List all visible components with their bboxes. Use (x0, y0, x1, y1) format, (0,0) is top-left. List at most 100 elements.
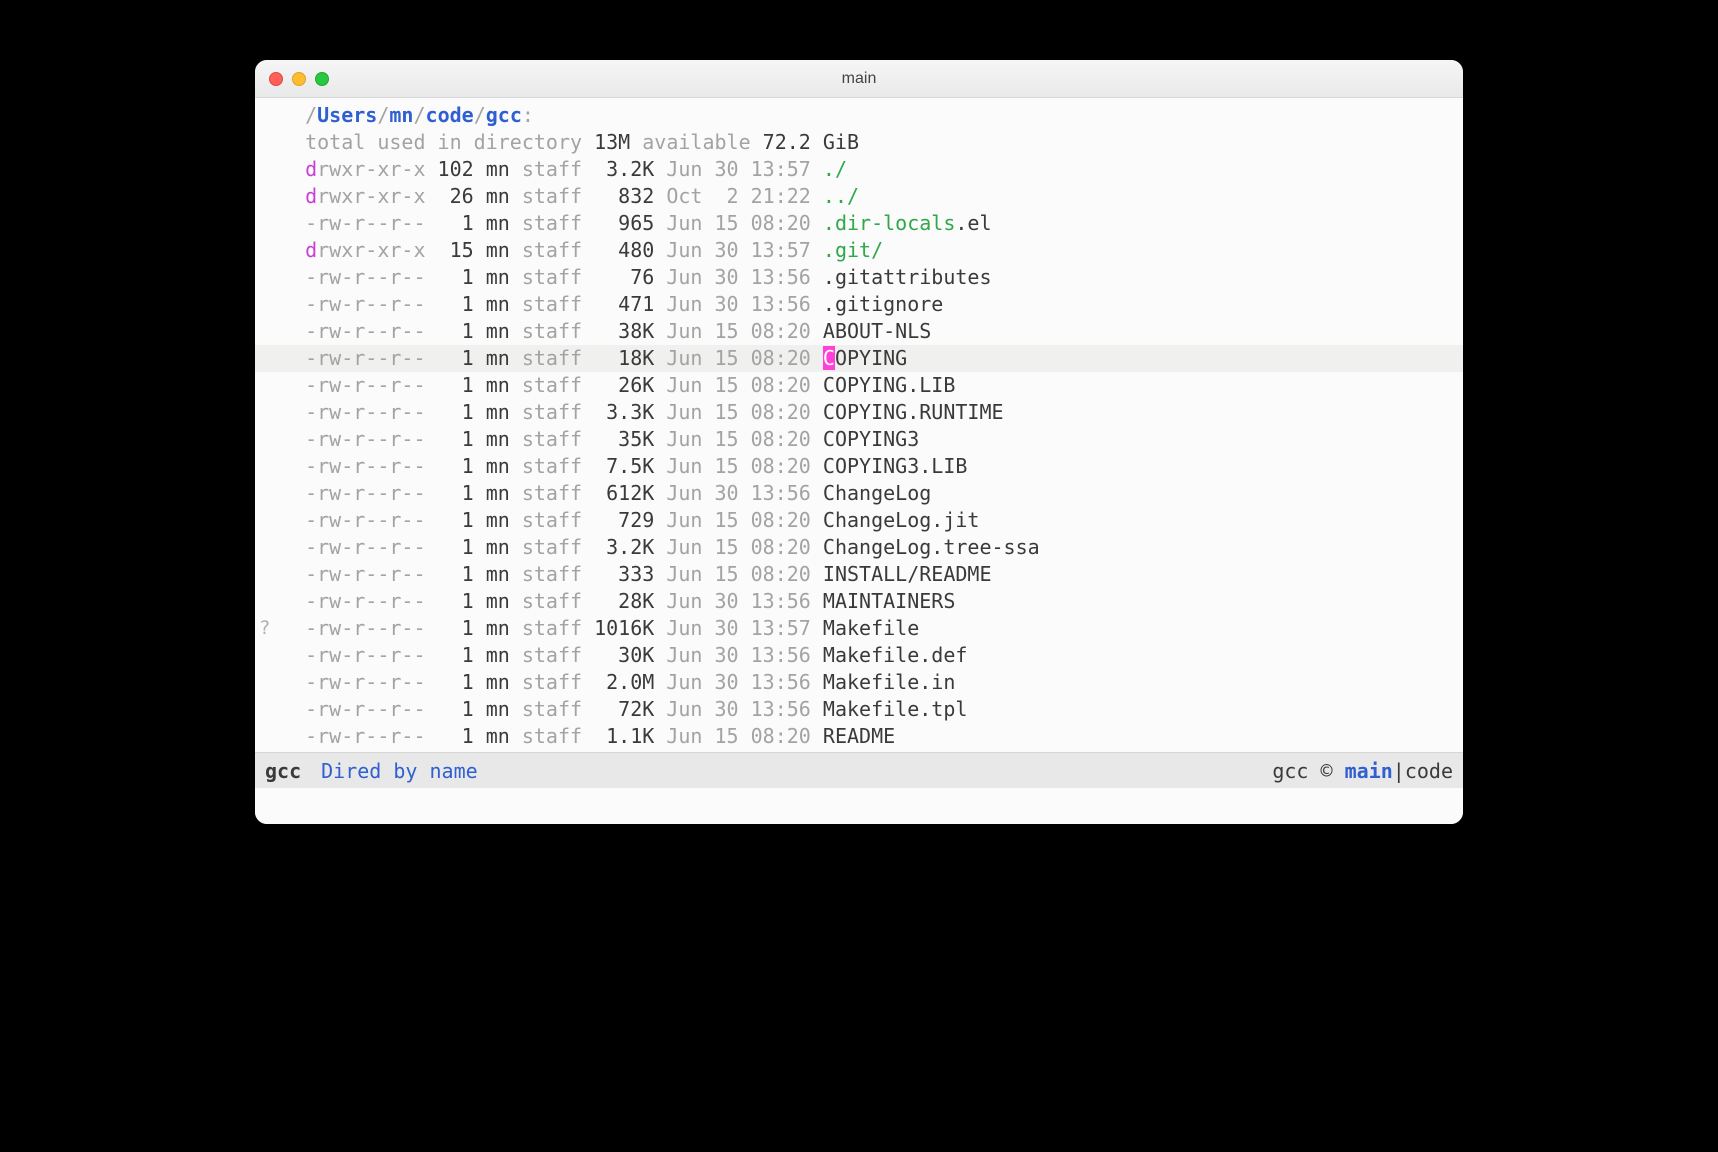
group: staff (510, 508, 582, 532)
size: 729 (582, 508, 654, 532)
owner: mn (474, 427, 510, 451)
owner: mn (474, 346, 510, 370)
dired-entry[interactable]: -rw-r--r-- 1 mn staff 30K Jun 30 13:56 M… (255, 642, 1463, 669)
owner: mn (474, 697, 510, 721)
dired-entry[interactable]: -rw-r--r-- 1 mn staff 7.5K Jun 15 08:20 … (255, 453, 1463, 480)
perm-type: d (305, 184, 317, 208)
size: 38K (582, 319, 654, 343)
dired-entry[interactable]: -rw-r--r-- 1 mn staff 26K Jun 15 08:20 C… (255, 372, 1463, 399)
owner: mn (474, 589, 510, 613)
group: staff (510, 724, 582, 748)
link-count: 1 (426, 346, 474, 370)
size: 26K (582, 373, 654, 397)
link-count: 15 (426, 238, 474, 262)
owner: mn (474, 373, 510, 397)
dired-entry[interactable]: -rw-r--r-- 1 mn staff 76 Jun 30 13:56 .g… (255, 264, 1463, 291)
date: Jun 15 08:20 (654, 400, 811, 424)
summary-avail: 72.2 GiB (763, 130, 859, 154)
dired-entry[interactable]: -rw-r--r-- 1 mn staff 471 Jun 30 13:56 .… (255, 291, 1463, 318)
dired-entry[interactable]: -rw-r--r-- 1 mn staff 965 Jun 15 08:20 .… (255, 210, 1463, 237)
file-name: INSTALL/README (823, 562, 992, 586)
dired-entry[interactable]: drwxr-xr-x 102 mn staff 3.2K Jun 30 13:5… (255, 156, 1463, 183)
perm-bits: rw-r--r-- (317, 400, 425, 424)
group: staff (510, 643, 582, 667)
perm-type: d (305, 238, 317, 262)
owner: mn (474, 535, 510, 559)
date: Jun 15 08:20 (654, 508, 811, 532)
perm-type: - (305, 535, 317, 559)
dired-entry[interactable]: -rw-r--r-- 1 mn staff 333 Jun 15 08:20 I… (255, 561, 1463, 588)
dired-entry[interactable]: -rw-r--r-- 1 mn staff 38K Jun 15 08:20 A… (255, 318, 1463, 345)
perm-type: - (305, 508, 317, 532)
size: 7.5K (582, 454, 654, 478)
perm-bits: rw-r--r-- (317, 724, 425, 748)
perm-type: - (305, 319, 317, 343)
owner: mn (474, 643, 510, 667)
dired-buffer[interactable]: /Users/mn/code/gcc: total used in direct… (255, 98, 1463, 752)
file-ext: .el (955, 211, 991, 235)
date: Jun 30 13:57 (654, 616, 811, 640)
dired-entry[interactable]: -rw-r--r-- 1 mn staff 18K Jun 15 08:20 C… (255, 345, 1463, 372)
dired-entry[interactable]: -rw-r--r-- 1 mn staff 2.0M Jun 30 13:56 … (255, 669, 1463, 696)
dired-entry[interactable]: drwxr-xr-x 26 mn staff 832 Oct 2 21:22 .… (255, 183, 1463, 210)
owner: mn (474, 724, 510, 748)
owner: mn (474, 319, 510, 343)
file-name: Makefile.in (823, 670, 955, 694)
size: 3.3K (582, 400, 654, 424)
owner: mn (474, 265, 510, 289)
file-name: COPYING.LIB (823, 373, 955, 397)
link-count: 1 (426, 643, 474, 667)
dired-entry[interactable]: -rw-r--r-- 1 mn staff 35K Jun 15 08:20 C… (255, 426, 1463, 453)
perm-bits: rwxr-xr-x (317, 238, 425, 262)
path-segment[interactable]: Users (317, 103, 377, 127)
perm-bits: rw-r--r-- (317, 292, 425, 316)
dired-entry[interactable]: -rw-r--r-- 1 mn staff 28K Jun 30 13:56 M… (255, 588, 1463, 615)
file-name: .gitignore (823, 292, 943, 316)
dired-entry[interactable]: -rw-r--r-- 1 mn staff 729 Jun 15 08:20 C… (255, 507, 1463, 534)
dired-entry[interactable]: drwxr-xr-x 15 mn staff 480 Jun 30 13:57 … (255, 237, 1463, 264)
date: Jun 30 13:56 (654, 292, 811, 316)
file-name: ChangeLog (823, 481, 931, 505)
owner: mn (474, 454, 510, 478)
size: 35K (582, 427, 654, 451)
link-count: 1 (426, 724, 474, 748)
path-segment[interactable]: code (426, 103, 474, 127)
dired-entry[interactable]: -rw-r--r-- 1 mn staff 72K Jun 30 13:56 M… (255, 696, 1463, 723)
summary-used: 13M (594, 130, 630, 154)
path-segment[interactable]: mn (389, 103, 413, 127)
size: 28K (582, 589, 654, 613)
dired-summary: total used in directory 13M available 72… (255, 129, 1463, 156)
link-count: 26 (426, 184, 474, 208)
perm-bits: rw-r--r-- (317, 535, 425, 559)
file-name: .git (823, 238, 871, 262)
modeline-vc-sep: | (1393, 759, 1405, 783)
dir-slash: / (871, 238, 883, 262)
dired-entry[interactable]: -rw-r--r-- 1 mn staff 3.3K Jun 15 08:20 … (255, 399, 1463, 426)
dired-entry[interactable]: -rw-r--r-- 1 mn staff 1.1K Jun 15 08:20 … (255, 723, 1463, 750)
vc-status-icon: ? (259, 615, 270, 642)
perm-bits: rw-r--r-- (317, 643, 425, 667)
perm-bits: rw-r--r-- (317, 427, 425, 451)
link-count: 1 (426, 697, 474, 721)
perm-bits: rw-r--r-- (317, 508, 425, 532)
file-name: COPYING.RUNTIME (823, 400, 1004, 424)
perm-type: - (305, 616, 317, 640)
modeline-major-mode: Dired by name (321, 753, 478, 788)
perm-bits: rw-r--r-- (317, 373, 425, 397)
file-name: Makefile (823, 616, 919, 640)
perm-type: - (305, 697, 317, 721)
owner: mn (474, 616, 510, 640)
owner: mn (474, 184, 510, 208)
group: staff (510, 400, 582, 424)
date: Jun 30 13:56 (654, 265, 811, 289)
path-segment[interactable]: gcc (486, 103, 522, 127)
group: staff (510, 427, 582, 451)
modeline-buffer-name: gcc (265, 753, 301, 788)
dired-entry[interactable]: -rw-r--r-- 1 mn staff 3.2K Jun 15 08:20 … (255, 534, 1463, 561)
date: Jun 15 08:20 (654, 211, 811, 235)
dired-entry[interactable]: ? -rw-r--r-- 1 mn staff 1016K Jun 30 13:… (255, 615, 1463, 642)
dired-entry[interactable]: -rw-r--r-- 1 mn staff 612K Jun 30 13:56 … (255, 480, 1463, 507)
date: Jun 30 13:56 (654, 589, 811, 613)
link-count: 1 (426, 508, 474, 532)
owner: mn (474, 562, 510, 586)
